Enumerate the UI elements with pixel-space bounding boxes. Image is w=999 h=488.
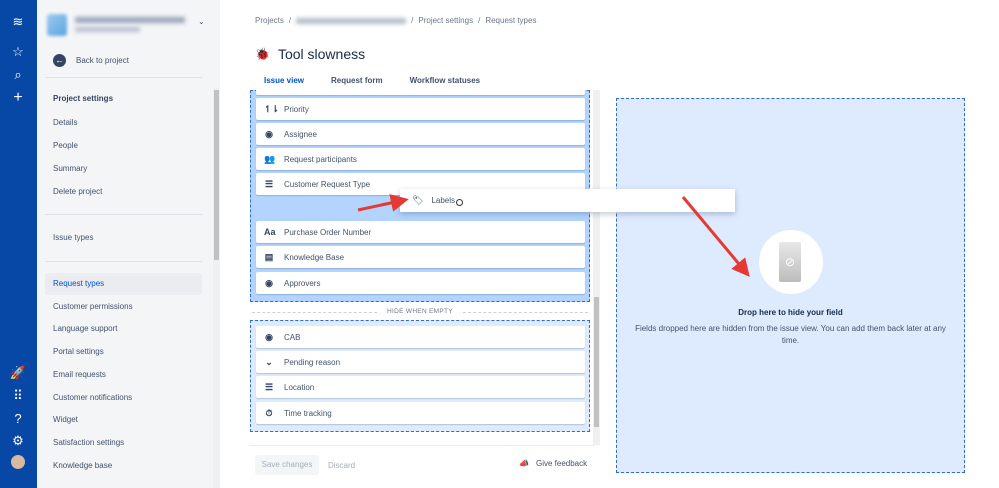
- back-label: Back to project: [76, 56, 129, 65]
- give-feedback-button[interactable]: 📣 Give feedback: [519, 459, 587, 468]
- divider: [45, 214, 202, 215]
- feedback-label: Give feedback: [535, 459, 588, 468]
- save-changes-button[interactable]: Save changes: [255, 455, 319, 475]
- field-label: CAB: [284, 332, 301, 342]
- field-label: Purchase Order Number: [284, 227, 372, 237]
- breadcrumb-projects[interactable]: Projects: [255, 16, 284, 25]
- breadcrumb-separator: /: [478, 16, 481, 25]
- fields-scrollbar[interactable]: [593, 90, 600, 445]
- app-switcher-icon[interactable]: ⠿: [9, 387, 27, 405]
- stopwatch-icon: ⏱: [265, 407, 273, 418]
- hide-field-dropzone[interactable]: ⊘ Drop here to hide your field Fields dr…: [616, 98, 965, 473]
- dropzone-heading: Drop here to hide your field: [738, 308, 843, 317]
- breadcrumb-project-blurred[interactable]: [296, 17, 407, 24]
- help-icon[interactable]: ?: [9, 410, 27, 428]
- field-item[interactable]: ⏱ Time tracking: [256, 402, 585, 424]
- field-item[interactable]: ◉ CAB: [256, 326, 585, 348]
- field-item[interactable]: ▤ Knowledge Base: [256, 246, 585, 268]
- user-icon: ◉: [265, 128, 273, 139]
- sidebar-item-people[interactable]: People: [45, 135, 202, 157]
- settings-gear-icon[interactable]: ⚙: [9, 432, 27, 450]
- field-label: Assignee: [284, 129, 317, 139]
- hide-when-empty-label: HIDE WHEN EMPTY: [252, 308, 588, 315]
- field-item[interactable]: Aa Purchase Order Number: [256, 221, 585, 243]
- field-label: Approvers: [284, 278, 321, 288]
- field-label: Customer Request Type: [284, 179, 371, 189]
- arrow-left-icon: ←: [53, 54, 66, 67]
- sidebar-item-customer-notifications[interactable]: Customer notifications: [45, 387, 202, 409]
- dropzone-description: Fields dropped here are hidden from the …: [635, 324, 946, 345]
- priority-icon: ↿⇂: [264, 103, 280, 114]
- divider: [45, 77, 202, 78]
- sidebar-item-satisfaction-settings[interactable]: Satisfaction settings: [45, 432, 202, 454]
- tag-icon: 🏷: [412, 195, 424, 205]
- project-name-blurred: [75, 17, 185, 23]
- search-icon[interactable]: ⌕: [9, 66, 27, 84]
- project-avatar: [47, 14, 67, 36]
- field-item[interactable]: ☰ Location: [256, 376, 585, 398]
- back-to-project-link[interactable]: ← Back to project: [53, 54, 129, 67]
- list-icon: ☰: [264, 381, 274, 392]
- sidebar-item-knowledge-base[interactable]: Knowledge base: [45, 455, 202, 477]
- avatar[interactable]: [11, 455, 25, 469]
- user-icon: ◉: [265, 331, 273, 342]
- sidebar-item-issue-types[interactable]: Issue types: [45, 227, 202, 249]
- people-icon: 👥: [264, 153, 276, 164]
- request-type-icon: 🐞: [255, 47, 270, 61]
- dragging-field-labels[interactable]: 🏷 Labels: [400, 189, 735, 212]
- list-icon: ☰: [264, 178, 274, 189]
- user-icon: ◉: [265, 277, 273, 288]
- field-label: Pending reason: [284, 357, 341, 367]
- sidebar-item-details[interactable]: Details: [45, 112, 202, 134]
- eye-slash-icon: ⊘: [779, 242, 801, 282]
- field-item[interactable]: ◉ Assignee: [256, 123, 585, 145]
- hide-when-empty-list: ◉ CAB ⌄ Pending reason ☰ Location ⏱ Time tra…: [250, 320, 590, 432]
- field-item[interactable]: ↿⇂ Priority: [256, 98, 585, 120]
- cursor-icon: [456, 199, 464, 206]
- field-label: Location: [284, 382, 315, 392]
- field-label: Request participants: [284, 154, 357, 164]
- sidebar-item-customer-permissions[interactable]: Customer permissions: [45, 296, 202, 318]
- hidden-field-illustration: ⊘: [759, 230, 823, 294]
- star-icon[interactable]: ☆: [9, 43, 27, 61]
- field-partial[interactable]: [256, 89, 585, 95]
- megaphone-icon: 📣: [519, 459, 529, 468]
- breadcrumb-request-types[interactable]: Request types: [485, 16, 536, 25]
- breadcrumb-project-settings[interactable]: Project settings: [418, 16, 473, 25]
- divider: [250, 445, 595, 446]
- chevron-down-icon[interactable]: ⌄: [198, 17, 205, 26]
- project-type-blurred: [75, 27, 140, 32]
- plus-icon[interactable]: +: [9, 89, 27, 107]
- sidebar-item-language-support[interactable]: Language support: [45, 318, 202, 340]
- field-label: Knowledge Base: [284, 252, 345, 262]
- dropdown-icon: ⌄: [265, 356, 273, 367]
- discard-button[interactable]: Discard: [328, 461, 355, 470]
- field-item[interactable]: 👥 Request participants: [256, 148, 585, 170]
- document-icon: ▤: [264, 251, 274, 262]
- text-field-icon: Aa: [264, 227, 276, 237]
- field-label: Labels: [431, 196, 456, 205]
- sidebar-heading: Project settings: [53, 94, 114, 103]
- field-label: Priority: [284, 104, 309, 114]
- sidebar-item-delete-project[interactable]: Delete project: [45, 181, 202, 203]
- sidebar-item-summary[interactable]: Summary: [45, 158, 202, 180]
- field-item[interactable]: ◉ Approvers: [256, 272, 585, 294]
- project-sidebar: ⌄ ← Back to project Project settings Det…: [37, 0, 220, 488]
- sidebar-item-widget[interactable]: Widget: [45, 409, 202, 431]
- sidebar-item-email-requests[interactable]: Email requests: [45, 364, 202, 386]
- breadcrumb: Projects / / Project settings / Request …: [255, 16, 536, 25]
- field-item[interactable]: ⌄ Pending reason: [256, 351, 585, 373]
- rocket-icon[interactable]: 🚀: [9, 364, 27, 382]
- divider: [45, 261, 202, 262]
- jira-logo-icon[interactable]: ≋: [9, 13, 27, 31]
- sidebar-scrollbar[interactable]: [213, 88, 220, 488]
- breadcrumb-separator: /: [411, 16, 414, 25]
- sidebar-item-portal-settings[interactable]: Portal settings: [45, 341, 202, 363]
- sidebar-item-request-types[interactable]: Request types: [45, 273, 202, 295]
- field-label: Time tracking: [284, 408, 332, 418]
- global-nav: ≋ ☆ ⌕ + 🚀 ⠿ ? ⚙: [0, 0, 37, 488]
- page-title-text: Tool slowness: [277, 46, 366, 62]
- breadcrumb-separator: /: [288, 16, 292, 25]
- page-title: 🐞 Tool slowness: [255, 46, 365, 62]
